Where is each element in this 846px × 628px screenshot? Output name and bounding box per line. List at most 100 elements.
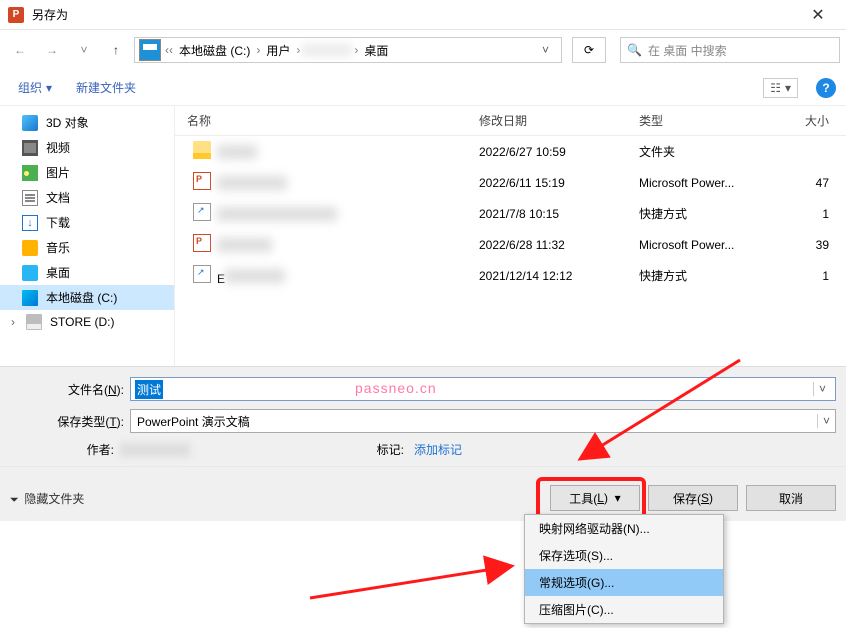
toolbar: 组织 ▾ 新建文件夹 ☷ ▾ ? bbox=[0, 70, 846, 106]
sidebar-item-label: 本地磁盘 (C:) bbox=[46, 289, 117, 306]
sidebar-item-label: STORE (D:) bbox=[50, 315, 114, 329]
col-name[interactable]: 名称 bbox=[179, 112, 479, 129]
chevron-down-icon: ▾ bbox=[46, 81, 52, 95]
savetype-dropdown[interactable]: ˅ bbox=[817, 414, 835, 428]
sidebar-item-video[interactable]: 视频 bbox=[0, 135, 174, 160]
window-title: 另存为 bbox=[32, 6, 798, 23]
filename-redacted bbox=[217, 238, 272, 252]
column-headers: 名称 修改日期 类型 大小 bbox=[175, 106, 846, 136]
pictures-icon bbox=[22, 165, 38, 181]
sidebar-item-drive-d[interactable]: › STORE (D:) bbox=[0, 310, 174, 334]
menu-map-network-drive[interactable]: 映射网络驱动器(N)... bbox=[525, 515, 723, 542]
chevron-right-icon[interactable]: › bbox=[296, 43, 300, 57]
sidebar-item-music[interactable]: 音乐 bbox=[0, 235, 174, 260]
col-type[interactable]: 类型 bbox=[639, 112, 779, 129]
file-size: 47 bbox=[779, 176, 839, 190]
chevron-right-icon[interactable]: › bbox=[256, 43, 260, 57]
up-button[interactable]: ↑ bbox=[102, 36, 130, 64]
search-input[interactable]: 🔍 在 桌面 中搜索 bbox=[620, 37, 840, 63]
col-date[interactable]: 修改日期 bbox=[479, 112, 639, 129]
view-mode-button[interactable]: ☷ ▾ bbox=[763, 78, 798, 98]
author-value-redacted[interactable] bbox=[120, 443, 190, 457]
hide-folders-label: 隐藏文件夹 bbox=[24, 490, 84, 507]
sidebar-item-downloads[interactable]: ↓下载 bbox=[0, 210, 174, 235]
help-button[interactable]: ? bbox=[816, 78, 836, 98]
sidebar-item-label: 3D 对象 bbox=[46, 114, 89, 131]
file-type: Microsoft Power... bbox=[639, 238, 779, 252]
savetype-combobox[interactable]: PowerPoint 演示文稿 ˅ bbox=[130, 409, 836, 433]
filename-dropdown[interactable]: ˅ bbox=[813, 382, 831, 396]
sidebar-item-drive-c[interactable]: 本地磁盘 (C:) bbox=[0, 285, 174, 310]
music-icon bbox=[22, 240, 38, 256]
search-icon: 🔍 bbox=[627, 43, 642, 57]
file-date: 2022/6/28 11:32 bbox=[479, 238, 639, 252]
sidebar-item-label: 文档 bbox=[46, 189, 70, 206]
menu-save-options[interactable]: 保存选项(S)... bbox=[525, 542, 723, 569]
file-date: 2022/6/11 15:19 bbox=[479, 176, 639, 190]
hide-folders-toggle[interactable]: 🞃 隐藏文件夹 bbox=[10, 490, 84, 507]
savetype-label: 保存类型(T): bbox=[10, 413, 130, 430]
menu-compress-pictures[interactable]: 压缩图片(C)... bbox=[525, 596, 723, 623]
refresh-button[interactable]: ⟳ bbox=[572, 37, 606, 63]
file-row[interactable]: 2022/6/11 15:19 Microsoft Power... 47 bbox=[175, 167, 846, 198]
file-type: 文件夹 bbox=[639, 143, 779, 160]
file-size: 1 bbox=[779, 269, 839, 283]
file-size: 1 bbox=[779, 207, 839, 221]
file-size: 39 bbox=[779, 238, 839, 252]
file-row[interactable]: 2022/6/28 11:32 Microsoft Power... 39 bbox=[175, 229, 846, 260]
col-size[interactable]: 大小 bbox=[779, 112, 839, 129]
new-folder-label: 新建文件夹 bbox=[76, 79, 136, 96]
sidebar-item-desktop[interactable]: 桌面 bbox=[0, 260, 174, 285]
folder-icon bbox=[193, 141, 211, 159]
ppt-icon bbox=[193, 172, 211, 190]
crumb-drive[interactable]: 本地磁盘 (C:) bbox=[175, 42, 254, 59]
shortcut-icon bbox=[193, 203, 211, 221]
file-row[interactable]: 2021/7/8 10:15 快捷方式 1 bbox=[175, 198, 846, 229]
back-button[interactable]: ← bbox=[6, 36, 34, 64]
sidebar-item-label: 音乐 bbox=[46, 239, 70, 256]
sidebar-item-documents[interactable]: 文档 bbox=[0, 185, 174, 210]
search-placeholder: 在 桌面 中搜索 bbox=[648, 42, 727, 59]
navbar: ← → ˅ ↑ ‹‹ 本地磁盘 (C:) › 用户 › › 桌面 ˅ ⟳ 🔍 在… bbox=[0, 30, 846, 70]
filename-redacted bbox=[217, 207, 337, 221]
filename-redacted bbox=[217, 176, 287, 190]
tree-expand-icon[interactable]: › bbox=[8, 315, 18, 329]
filename-label: 文件名(N): bbox=[10, 381, 130, 398]
file-date: 2021/7/8 10:15 bbox=[479, 207, 639, 221]
sidebar-item-label: 桌面 bbox=[46, 264, 70, 281]
filename-input[interactable]: 测试 ˅ bbox=[130, 377, 836, 401]
organize-button[interactable]: 组织 ▾ bbox=[10, 75, 60, 100]
desktop-icon bbox=[22, 265, 38, 281]
sidebar-item-pictures[interactable]: 图片 bbox=[0, 160, 174, 185]
file-row[interactable]: E 2021/12/14 12:12 快捷方式 1 bbox=[175, 260, 846, 291]
file-row[interactable]: 2022/6/27 10:59 文件夹 bbox=[175, 136, 846, 167]
address-bar[interactable]: ‹‹ 本地磁盘 (C:) › 用户 › › 桌面 ˅ bbox=[134, 37, 562, 63]
crumb-users[interactable]: 用户 bbox=[262, 42, 294, 59]
organize-label: 组织 bbox=[18, 79, 42, 96]
crumb-redacted[interactable] bbox=[302, 43, 352, 57]
chevron-right-icon[interactable]: › bbox=[354, 43, 358, 57]
file-type: 快捷方式 bbox=[639, 205, 779, 222]
chevron-right-icon[interactable]: ‹‹ bbox=[165, 43, 173, 57]
crumb-desktop[interactable]: 桌面 bbox=[360, 42, 392, 59]
sidebar-item-3d[interactable]: 3D 对象 bbox=[0, 110, 174, 135]
drive-icon bbox=[26, 314, 42, 330]
file-type: Microsoft Power... bbox=[639, 176, 779, 190]
sidebar-item-label: 图片 bbox=[46, 164, 70, 181]
recent-dropdown[interactable]: ˅ bbox=[70, 36, 98, 64]
address-dropdown[interactable]: ˅ bbox=[534, 43, 557, 57]
tools-menu: 映射网络驱动器(N)... 保存选项(S)... 常规选项(G)... 压缩图片… bbox=[524, 514, 724, 624]
cancel-button[interactable]: 取消 bbox=[746, 485, 836, 511]
new-folder-button[interactable]: 新建文件夹 bbox=[68, 75, 144, 100]
list-icon: ☷ bbox=[770, 81, 781, 95]
3d-objects-icon bbox=[22, 115, 38, 131]
add-tag-link[interactable]: 添加标记 bbox=[414, 441, 462, 458]
sidebar: 3D 对象 视频 图片 文档 ↓下载 音乐 桌面 本地磁盘 (C:) › STOR… bbox=[0, 106, 175, 366]
close-button[interactable]: ✕ bbox=[798, 5, 838, 25]
save-button[interactable]: 保存(S) bbox=[648, 485, 738, 511]
menu-general-options[interactable]: 常规选项(G)... bbox=[525, 569, 723, 596]
tools-button-wrap: 工具(L) ▾ bbox=[542, 485, 640, 511]
drive-icon bbox=[139, 39, 161, 61]
body-area: 3D 对象 视频 图片 文档 ↓下载 音乐 桌面 本地磁盘 (C:) › STOR… bbox=[0, 106, 846, 366]
tools-button[interactable]: 工具(L) ▾ bbox=[550, 485, 640, 511]
